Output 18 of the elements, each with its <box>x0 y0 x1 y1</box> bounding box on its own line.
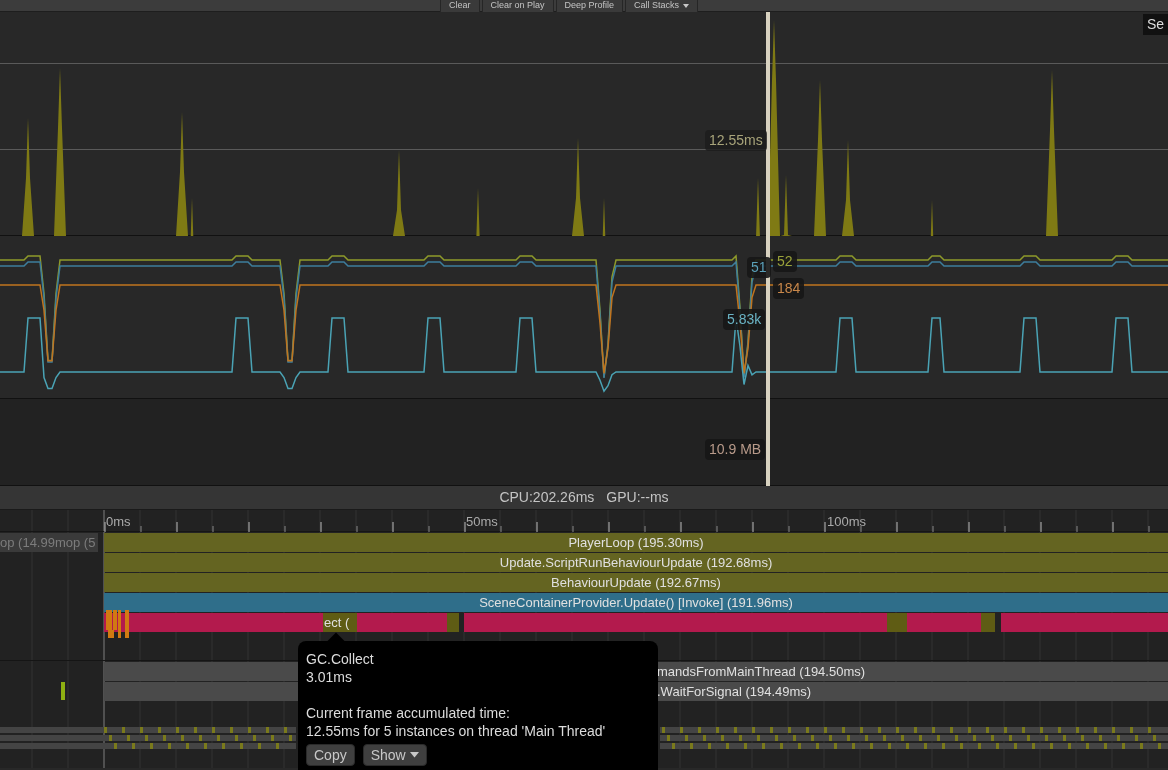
series-value: 51 <box>747 257 771 278</box>
ruler-label: 0ms <box>106 513 131 531</box>
cpu-time: CPU:202.26ms <box>499 488 595 507</box>
ruler-label: 100ms <box>827 513 867 531</box>
series-value: 5.83k <box>723 309 766 330</box>
sample-duration: 3.01ms <box>306 668 353 686</box>
memory-value: 10.9 MB <box>705 439 766 460</box>
series-label: Se <box>1142 14 1168 35</box>
tooltip-heading: Current frame accumulated time: <box>306 704 511 722</box>
tooltip-detail: 12.55ms for 5 instances on thread 'Main Thread' <box>306 722 607 740</box>
gpu-time: GPU:--ms <box>606 488 669 507</box>
ruler-label: 50ms <box>466 513 498 531</box>
sample-name: GC.Collect <box>306 650 375 668</box>
series-value: 52 <box>773 251 797 272</box>
series-value: 184 <box>773 278 805 299</box>
sample-label: op (5 <box>65 533 96 552</box>
sample-label: op (14.99m <box>0 533 66 552</box>
cpu-frame-time: 12.55ms <box>705 130 767 151</box>
